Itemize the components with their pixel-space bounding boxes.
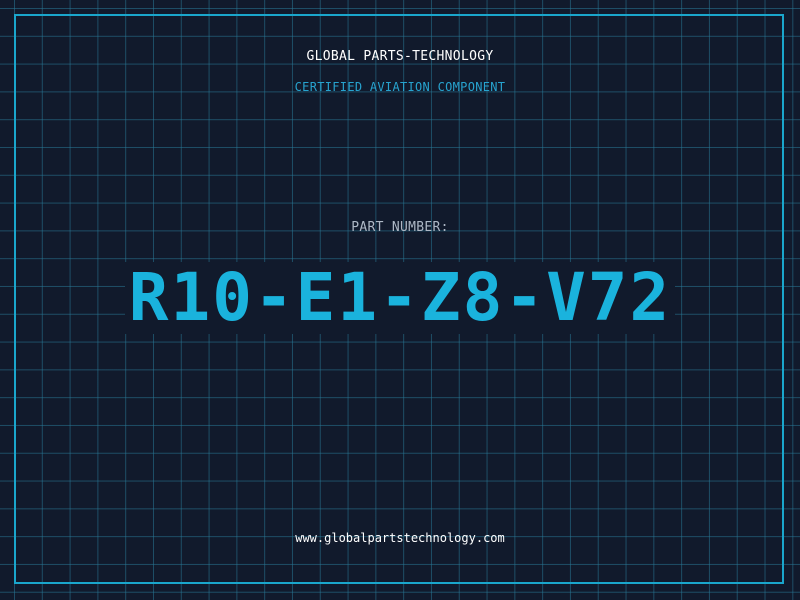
part-number-container: R10-E1-Z8-V72 [0, 262, 800, 334]
part-number-label: PART NUMBER: [351, 220, 449, 235]
certification-subtitle: CERTIFIED AVIATION COMPONENT [294, 80, 506, 94]
company-name: GLOBAL PARTS-TECHNOLOGY [306, 49, 494, 64]
part-number-value: R10-E1-Z8-V72 [124, 262, 676, 334]
certificate-card: GLOBAL PARTS-TECHNOLOGY CERTIFIED AVIATI… [0, 0, 800, 600]
website-url: www.globalpartstechnology.com [295, 531, 505, 545]
